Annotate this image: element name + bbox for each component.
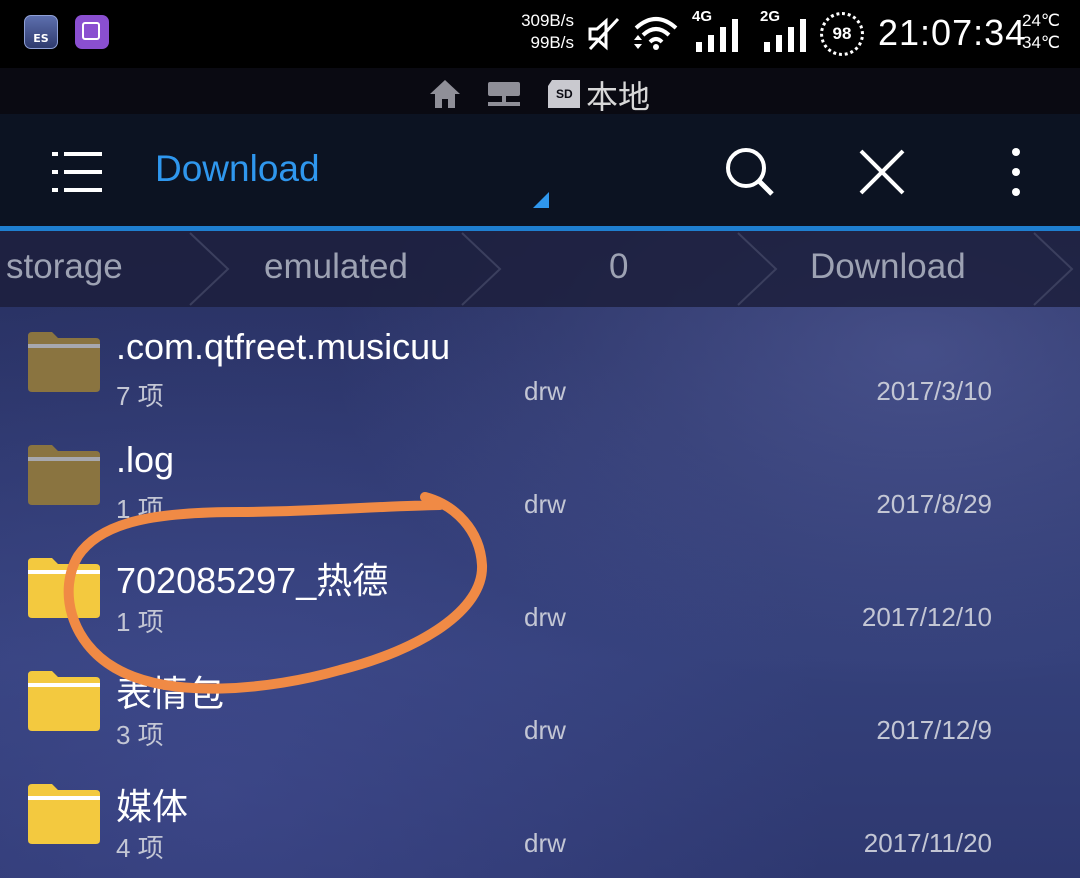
chevron-right-icon xyxy=(737,232,778,306)
folder-icon xyxy=(28,784,100,844)
chevron-right-icon xyxy=(1033,232,1074,306)
breadcrumb: storage emulated 0 Download xyxy=(0,231,1080,307)
list-item[interactable]: 表情包 3 项 drw 2017/12/9 xyxy=(0,649,1080,762)
file-item-count: 1 项 xyxy=(116,607,164,637)
home-icon[interactable] xyxy=(428,78,462,110)
breadcrumb-item-0[interactable]: 0 xyxy=(609,247,628,287)
file-date: 2017/12/10 xyxy=(861,602,992,632)
folder-icon xyxy=(28,558,100,618)
es-file-explorer-app-icon: ES xyxy=(24,15,58,49)
file-date: 2017/12/9 xyxy=(876,715,992,745)
wifi-icon xyxy=(634,17,678,50)
net-up-speed: 309B/s xyxy=(521,11,574,30)
temperature-1: 24℃ xyxy=(1022,11,1061,30)
mute-icon xyxy=(588,17,620,51)
toolbar: Download xyxy=(0,114,1080,230)
net-down-speed: 99B/s xyxy=(530,33,574,52)
search-icon[interactable] xyxy=(724,146,776,198)
sd-card-icon[interactable]: SD xyxy=(546,78,582,110)
list-item[interactable]: .com.qtfreet.musicuu 7 项 drw 2017/3/10 xyxy=(0,310,1080,423)
menu-icon[interactable] xyxy=(52,150,104,194)
file-permissions: drw xyxy=(524,602,566,632)
file-permissions: drw xyxy=(524,715,566,745)
file-date: 2017/3/10 xyxy=(876,376,992,406)
file-item-count: 7 项 xyxy=(116,381,164,411)
signal-4g-icon xyxy=(696,19,738,52)
breadcrumb-item-storage[interactable]: storage xyxy=(6,247,123,287)
file-name: .com.qtfreet.musicuu xyxy=(116,326,451,367)
battery-icon: 98 xyxy=(820,12,864,56)
status-bar: ES 309B/s 99B/s 4G 2G 98 21:07:34 24℃ 34… xyxy=(0,0,1080,68)
file-name: .log xyxy=(116,439,175,480)
file-item-count: 1 项 xyxy=(116,494,164,524)
file-item-count: 3 项 xyxy=(116,720,164,750)
svg-text:SD: SD xyxy=(556,87,573,101)
file-permissions: drw xyxy=(524,376,566,406)
chevron-right-icon xyxy=(461,232,502,306)
temperature: 24℃ 34℃ xyxy=(1022,10,1060,54)
network-speed: 309B/s 99B/s xyxy=(506,10,574,54)
list-item[interactable]: 702085297_热德 1 项 drw 2017/12/10 xyxy=(0,536,1080,649)
location-bar: SD 本地 xyxy=(0,68,1080,116)
folder-title[interactable]: Download xyxy=(155,148,320,190)
file-item-count: 4 项 xyxy=(116,833,164,863)
folder-icon xyxy=(28,332,100,392)
list-item[interactable]: 媒体 4 项 drw 2017/11/20 xyxy=(0,762,1080,875)
folder-icon xyxy=(28,671,100,731)
close-icon[interactable] xyxy=(858,148,906,196)
more-vert-icon[interactable] xyxy=(1008,148,1024,196)
chevron-right-icon xyxy=(189,232,230,306)
network-icon[interactable] xyxy=(486,80,522,110)
temperature-2: 34℃ xyxy=(1022,33,1061,52)
clock: 21:07:34 xyxy=(878,12,1027,53)
signal-2g-icon xyxy=(764,19,806,52)
file-name: 702085297_热德 xyxy=(116,560,389,601)
location-label[interactable]: 本地 xyxy=(586,72,650,118)
file-permissions: drw xyxy=(524,828,566,858)
file-permissions: drw xyxy=(524,489,566,519)
file-date: 2017/11/20 xyxy=(863,828,992,858)
list-item[interactable]: .log 1 项 drw 2017/8/29 xyxy=(0,423,1080,536)
breadcrumb-item-emulated[interactable]: emulated xyxy=(264,247,408,287)
file-name: 表情包 xyxy=(116,673,225,714)
file-date: 2017/8/29 xyxy=(876,489,992,519)
gallery-app-icon xyxy=(75,15,109,49)
folder-icon xyxy=(28,445,100,505)
title-dropdown-indicator-icon[interactable] xyxy=(533,192,549,208)
breadcrumb-item-download[interactable]: Download xyxy=(810,247,966,287)
file-name: 媒体 xyxy=(116,786,189,827)
